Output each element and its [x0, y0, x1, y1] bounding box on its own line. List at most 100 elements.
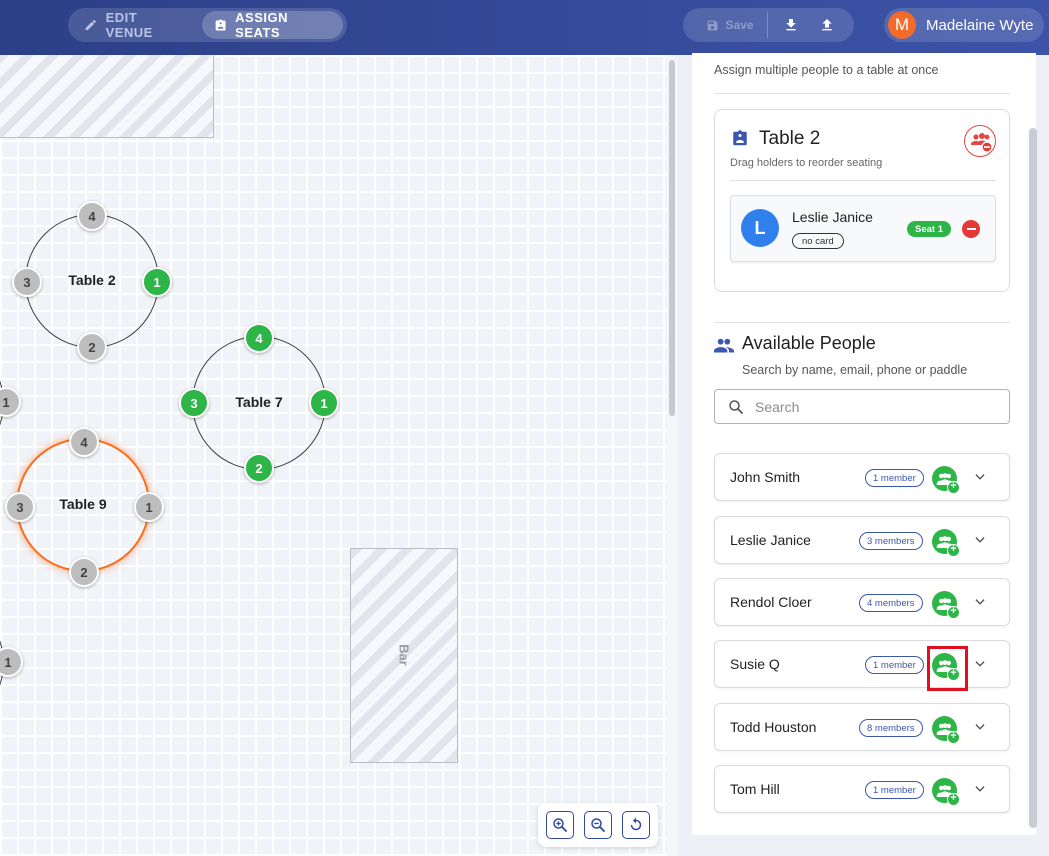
seat[interactable]: 1	[134, 492, 164, 522]
plus-icon: +	[947, 731, 960, 744]
group-name: Leslie Janice	[730, 532, 811, 548]
divider	[730, 180, 996, 181]
selected-table-title: Table 2	[759, 128, 821, 149]
add-group-button[interactable]: +	[932, 466, 960, 494]
seat[interactable]: 4	[77, 201, 107, 231]
user-name: Madelaine Wyte	[926, 16, 1034, 34]
plus-icon: +	[947, 544, 960, 557]
floor-plan: Table 2 4 3 1 2 Table 7 4 3 1 2 Table 9 …	[0, 55, 670, 856]
remove-holder-button[interactable]	[962, 220, 980, 238]
search-input[interactable]	[755, 398, 995, 415]
seat[interactable]: 2	[244, 453, 274, 483]
zoom-controls	[538, 803, 658, 847]
pencil-icon	[85, 19, 96, 31]
mode-toggle: EDIT VENUE ASSIGN SEATS	[68, 8, 347, 42]
card-status-badge: no card	[792, 233, 844, 249]
seat[interactable]: 4	[244, 323, 274, 353]
group-name: John Smith	[730, 469, 801, 485]
list-item[interactable]: Todd Houston 8 members +	[714, 703, 1010, 751]
upload-icon	[822, 19, 832, 31]
add-group-button[interactable]: +	[932, 716, 960, 744]
assign-seat-icon	[215, 18, 226, 30]
member-count-badge: 1 member	[865, 656, 924, 674]
member-count-badge: 1 member	[865, 469, 924, 487]
panel-hint: Assign multiple people to a table at onc…	[714, 63, 939, 77]
group-name: Susie Q	[730, 656, 780, 672]
reset-zoom-button[interactable]	[622, 811, 650, 839]
save-button[interactable]: Save	[693, 8, 767, 42]
scrollbar-thumb[interactable]	[669, 60, 675, 416]
download-button[interactable]	[779, 8, 803, 42]
seat[interactable]: 1	[0, 647, 23, 677]
seat[interactable]: 1	[0, 387, 21, 417]
list-item[interactable]: Susie Q 1 member +	[714, 640, 1010, 691]
add-group-button[interactable]: +	[932, 653, 960, 681]
zoom-in-button[interactable]	[546, 811, 574, 839]
people-icon	[714, 338, 734, 353]
table-label: Table 9	[59, 496, 107, 512]
reset-icon	[630, 817, 642, 831]
assign-panel: Assign multiple people to a table at onc…	[678, 53, 1049, 856]
bar-label: Bar	[396, 644, 412, 666]
avatar: L	[741, 209, 779, 247]
list-item[interactable]: Leslie Janice 3 members +	[714, 516, 1010, 564]
canvas-scrollbar[interactable]	[667, 55, 677, 856]
available-people-title: Available People	[742, 333, 876, 353]
member-count-badge: 8 members	[859, 719, 923, 737]
search-field[interactable]	[714, 389, 1010, 424]
seat-holder[interactable]: L Leslie Janice no card Seat 1	[730, 195, 996, 262]
table-label: Table 7	[235, 394, 283, 410]
add-group-button[interactable]: +	[932, 591, 960, 619]
seat[interactable]: 2	[69, 557, 99, 587]
plus-icon: +	[947, 481, 960, 494]
divider	[767, 12, 768, 38]
group-name: Todd Houston	[730, 719, 817, 735]
add-group-button[interactable]: +	[932, 529, 960, 557]
holder-name: Leslie Janice	[792, 209, 873, 225]
chevron-down-icon[interactable]	[973, 533, 987, 547]
seat[interactable]: 3	[179, 388, 209, 418]
chevron-down-icon[interactable]	[973, 782, 987, 796]
member-count-badge: 3 members	[859, 532, 923, 550]
panel-scrollbar[interactable]	[1029, 128, 1037, 828]
upload-button[interactable]	[815, 8, 839, 42]
list-item[interactable]: Rendol Cloer 4 members +	[714, 578, 1010, 626]
chevron-down-icon[interactable]	[973, 470, 987, 484]
list-item[interactable]: John Smith 1 member +	[714, 453, 1010, 501]
edit-venue-button[interactable]: EDIT VENUE	[72, 10, 198, 40]
table-label: Table 2	[68, 272, 116, 288]
seat[interactable]: 1	[142, 267, 172, 297]
venue-canvas[interactable]: Table 2 4 3 1 2 Table 7 4 3 1 2 Table 9 …	[0, 55, 670, 856]
list-item[interactable]: Tom Hill 1 member +	[714, 765, 1010, 813]
top-bar: EDIT VENUE ASSIGN SEATS Save M Madelaine…	[0, 0, 1049, 55]
assign-seats-button[interactable]: ASSIGN SEATS	[202, 10, 343, 40]
search-icon	[729, 399, 743, 414]
seat[interactable]: 3	[12, 267, 42, 297]
plus-icon: +	[947, 668, 960, 681]
plus-icon: +	[947, 793, 960, 806]
zoom-in-icon	[553, 818, 567, 832]
chevron-down-icon[interactable]	[973, 657, 987, 671]
scrollbar-thumb[interactable]	[1029, 128, 1037, 828]
divider	[714, 93, 1010, 94]
group-name: Tom Hill	[730, 781, 780, 797]
save-icon	[708, 20, 718, 30]
chevron-down-icon[interactable]	[973, 595, 987, 609]
seat[interactable]: 4	[69, 427, 99, 457]
seat[interactable]: 2	[77, 332, 107, 362]
user-menu[interactable]: M Madelaine Wyte	[884, 8, 1044, 42]
plus-icon: +	[947, 606, 960, 619]
selected-table-card: Table 2 Drag holders to reorder seating …	[714, 109, 1010, 292]
zoom-out-button[interactable]	[584, 811, 612, 839]
available-people-subtitle: Search by name, email, phone or paddle	[742, 363, 968, 377]
assign-seat-icon	[733, 130, 747, 146]
add-group-button[interactable]: +	[932, 778, 960, 806]
remove-group-button[interactable]	[964, 125, 996, 157]
member-count-badge: 4 members	[859, 594, 923, 612]
file-actions: Save	[683, 8, 854, 42]
chevron-down-icon[interactable]	[973, 720, 987, 734]
group-name: Rendol Cloer	[730, 594, 812, 610]
seat[interactable]: 1	[309, 388, 339, 418]
divider	[714, 322, 1010, 323]
seat[interactable]: 3	[5, 492, 35, 522]
